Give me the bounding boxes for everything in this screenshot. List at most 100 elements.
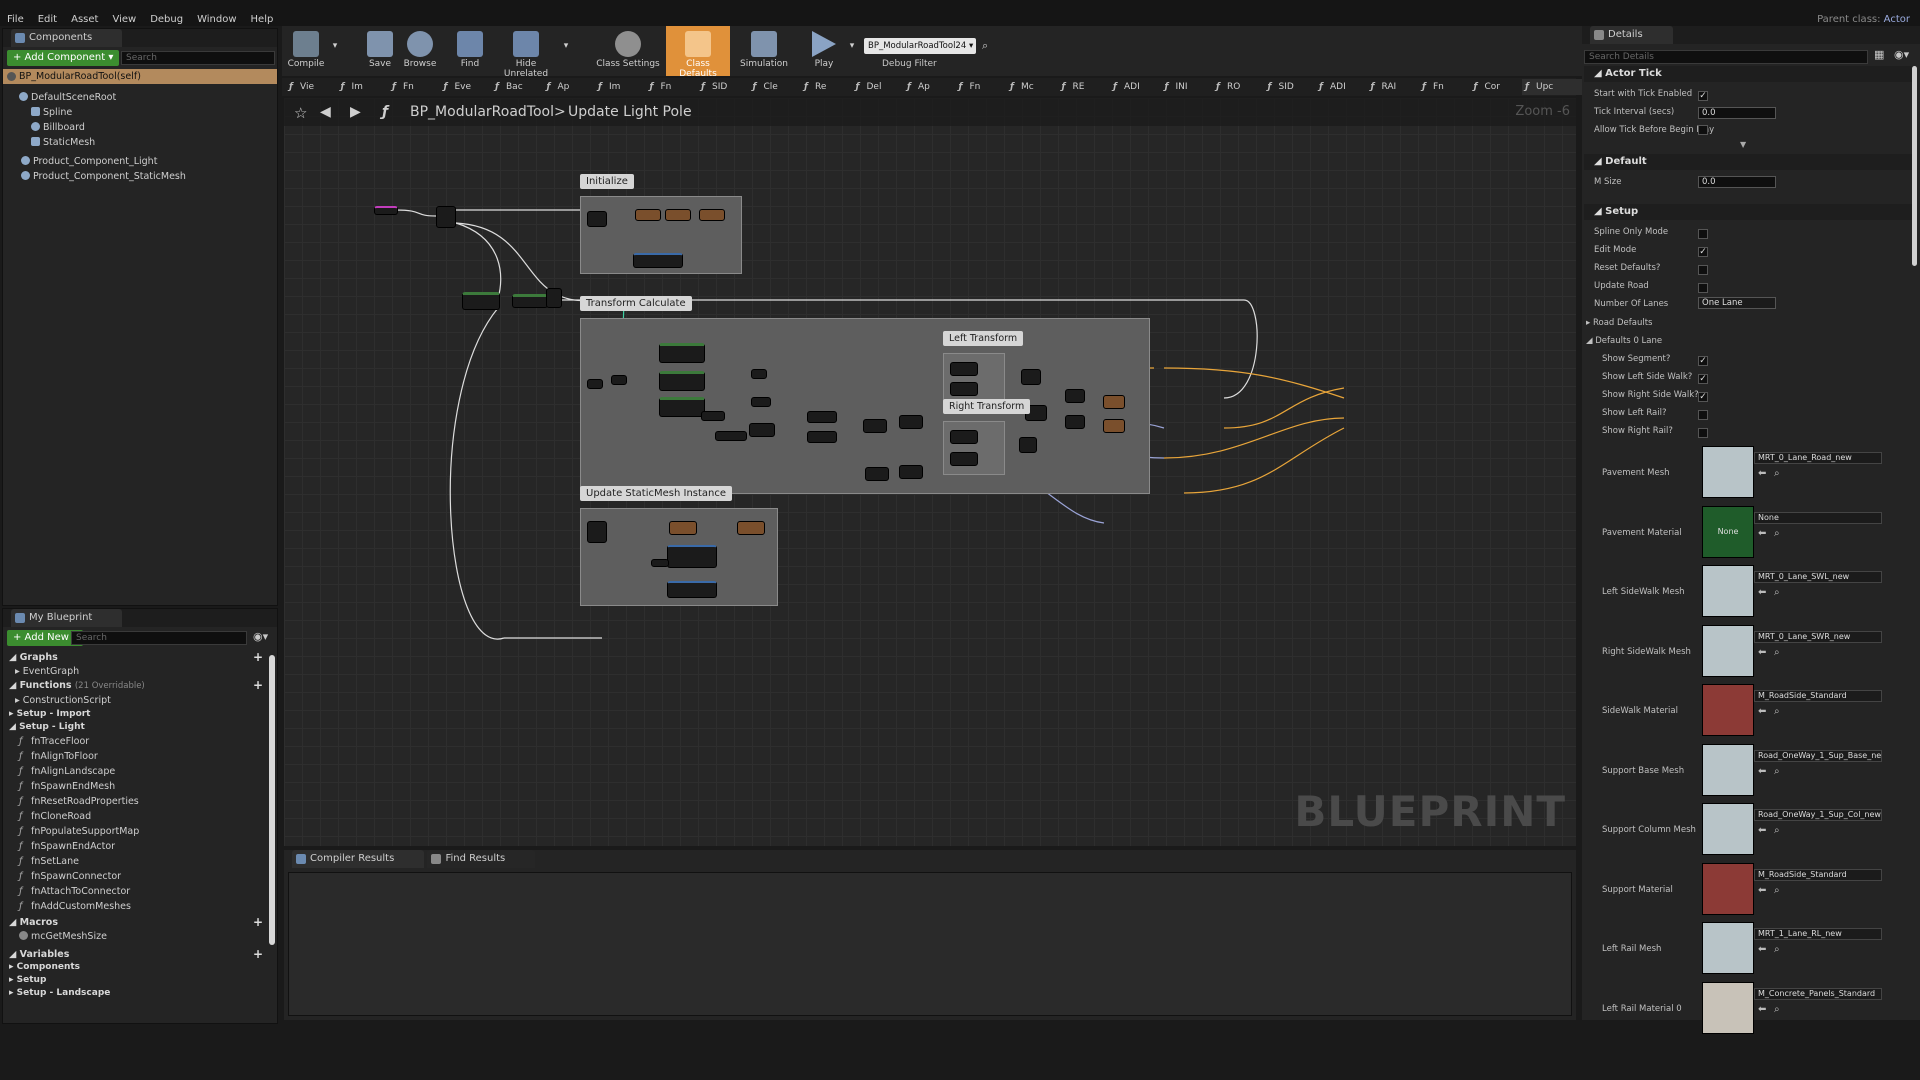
advanced-expand-icon[interactable]: ▼ [1740,140,1746,149]
use-selected-asset-icon[interactable]: ⬅ [1758,468,1766,479]
show-right-rail-checkbox[interactable] [1698,428,1708,438]
graph-node[interactable] [587,521,607,543]
default-section[interactable]: ◢ Default [1584,154,1914,170]
function-entry-node[interactable] [374,206,398,215]
graph-node[interactable] [701,411,725,421]
setup-section[interactable]: ◢ Setup [1584,204,1914,220]
grid-view-icon[interactable]: ▦ [1874,48,1884,61]
function-item[interactable]: ƒ fnSetLane [9,854,277,869]
debug-search-icon[interactable]: ⌕ [982,39,988,53]
browse-asset-icon[interactable]: ⌕ [1774,885,1780,896]
find-button[interactable]: Find [450,26,490,76]
graph-node[interactable] [635,209,661,221]
variables-header[interactable]: ◢ Variables + [9,948,277,961]
defaults-0-lane-row[interactable]: ◢ Defaults 0 Lane [1586,336,1662,346]
hide-unrelated-dropdown[interactable]: ▾ [560,26,572,76]
use-selected-asset-icon[interactable]: ⬅ [1758,766,1766,777]
macro-item[interactable]: mcGetMeshSize [9,929,277,944]
setup-import-category[interactable]: ▸ Setup - Import [9,708,277,721]
use-selected-asset-icon[interactable]: ⬅ [1758,647,1766,658]
graph-node[interactable] [699,209,725,221]
graph-node[interactable] [737,521,765,535]
component-item-product-staticmesh[interactable]: Product_Component_StaticMesh [3,169,277,184]
var-category-components[interactable]: ▸ Components [9,961,277,974]
details-search-input[interactable]: Search Details [1584,50,1868,64]
self-component-row[interactable]: BP_ModularRoadTool(self) [3,69,277,84]
comment-update-staticmesh-box[interactable] [580,508,778,606]
get-node[interactable] [462,292,500,310]
graph-node[interactable] [715,431,747,441]
graph-node[interactable] [950,430,978,444]
graph-node[interactable] [950,362,978,376]
menu-edit[interactable]: Edit [31,0,64,26]
m-size-field[interactable]: 0.0 [1698,176,1776,188]
comment-left-transform-box[interactable] [943,353,1005,403]
simulation-button[interactable]: Simulation [736,26,792,76]
use-selected-asset-icon[interactable]: ⬅ [1758,825,1766,836]
function-item[interactable]: ƒ fnResetRoadProperties [9,794,277,809]
show-left-rail-checkbox[interactable] [1698,410,1708,420]
class-defaults-button[interactable]: Class Defaults [666,26,730,79]
use-selected-asset-icon[interactable]: ⬅ [1758,587,1766,598]
browse-asset-icon[interactable]: ⌕ [1774,1004,1780,1015]
function-item[interactable]: ƒ fnPopulateSupportMap [9,824,277,839]
asset-thumbnail[interactable] [1702,684,1754,736]
asset-picker-select[interactable]: None [1754,511,1882,524]
menu-debug[interactable]: Debug [143,0,190,26]
graph-node[interactable] [669,521,697,535]
use-selected-asset-icon[interactable]: ⬅ [1758,528,1766,539]
asset-thumbnail[interactable]: None [1702,505,1754,558]
function-item[interactable]: ƒ fnAttachToConnector [9,884,277,899]
menu-view[interactable]: View [105,0,143,26]
view-options-icon[interactable]: ◉▾ [253,630,268,643]
graph-node[interactable] [667,581,717,598]
asset-picker-select[interactable]: M_RoadSide_Standard [1754,690,1882,702]
graph-node[interactable] [651,559,669,567]
setup-light-category[interactable]: ◢ Setup - Light [9,721,277,734]
browse-asset-icon[interactable]: ⌕ [1774,587,1780,598]
asset-picker-select[interactable]: MRT_0_Lane_SWL_new [1754,571,1882,583]
graph-node[interactable] [587,211,607,227]
graph-node[interactable] [950,382,978,396]
construction-script-item[interactable]: ▸ ConstructionScript [9,693,277,708]
tick-interval-field[interactable]: 0.0 [1698,107,1776,119]
function-item[interactable]: ƒ fnSpawnEndMesh [9,779,277,794]
component-item-staticmesh[interactable]: StaticMesh [3,135,277,150]
comment-transform-calculate-box[interactable]: Left Transform Right Transform [580,318,1150,494]
update-road-checkbox[interactable] [1698,283,1708,293]
asset-thumbnail[interactable] [1702,981,1754,1034]
function-item[interactable]: ƒ fnTraceFloor [9,734,277,749]
graph-node[interactable] [611,375,627,385]
browse-asset-icon[interactable]: ⌕ [1774,647,1780,658]
event-graph-item[interactable]: ▸ EventGraph [9,664,277,679]
asset-thumbnail[interactable] [1702,743,1754,796]
my-blueprint-tab[interactable]: My Blueprint [11,609,123,627]
save-button[interactable]: Save [360,26,400,76]
graph-node[interactable] [751,369,767,379]
graph-node[interactable] [950,452,978,466]
menu-window[interactable]: Window [190,0,243,26]
hide-unrelated-button[interactable]: Hide Unrelated [494,26,558,79]
browse-asset-icon[interactable]: ⌕ [1774,706,1780,717]
find-results-tab[interactable]: Find Results [427,850,536,868]
var-category-setup-landscape[interactable]: ▸ Setup - Landscape [9,987,277,1000]
show-segment-checkbox[interactable]: ✓ [1698,356,1708,366]
function-item[interactable]: ƒ fnAlignLandscape [9,764,277,779]
branch-node[interactable] [512,294,548,308]
asset-picker-select[interactable]: MRT_0_Lane_Road_new [1754,452,1882,464]
component-item-spline[interactable]: Spline [3,105,277,120]
asset-picker-select[interactable]: MRT_1_Lane_RL_new [1754,928,1882,940]
asset-thumbnail[interactable] [1702,862,1754,915]
use-selected-asset-icon[interactable]: ⬅ [1758,944,1766,955]
use-selected-asset-icon[interactable]: ⬅ [1758,1004,1766,1015]
comment-update-staticmesh-title[interactable]: Update StaticMesh Instance [580,486,733,501]
menu-help[interactable]: Help [244,0,281,26]
asset-picker-select[interactable]: M_RoadSide_Standard [1754,868,1882,881]
details-tab[interactable]: Details [1590,26,1673,44]
macros-header[interactable]: ◢ Macros + [9,916,277,929]
graph-node[interactable] [659,343,705,363]
var-category-setup[interactable]: ▸ Setup [9,974,277,987]
graph-node[interactable] [1103,395,1125,409]
asset-thumbnail[interactable] [1702,624,1754,677]
actor-tick-section[interactable]: ◢ Actor Tick [1584,66,1914,82]
